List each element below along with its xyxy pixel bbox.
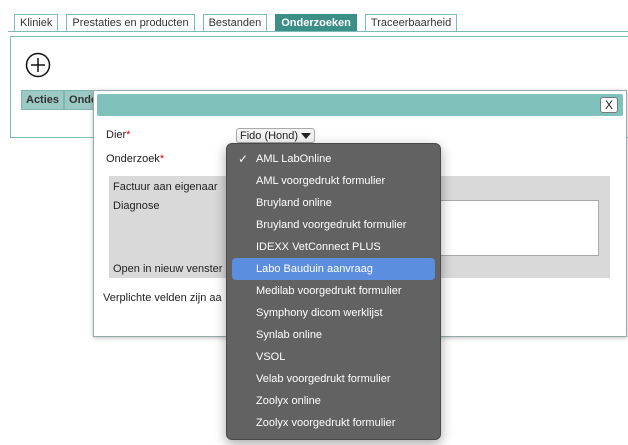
dier-select-value: Fido (Hond) [240,130,299,142]
onderzoek-label: Onderzoek* [106,153,164,165]
required-fields-note: Verplichte velden zijn aa [103,292,222,304]
required-mark: * [159,153,165,165]
menu-item-zoolyx-online[interactable]: Zoolyx online [232,390,435,412]
menu-item-label: AML voorgedrukt formulier [256,175,386,187]
required-mark: * [126,129,131,141]
menu-item-symphony-dicom[interactable]: Symphony dicom werklijst [232,302,435,324]
menu-item-medilab-voorgedrukt[interactable]: Medilab voorgedrukt formulier [232,280,435,302]
column-header-acties: Acties [21,90,65,110]
menu-item-vsol[interactable]: VSOL [232,346,435,368]
diagnose-label: Diagnose [113,200,160,212]
tab-onderzoeken[interactable]: Onderzoeken [275,14,357,31]
menu-item-label: Zoolyx voorgedrukt formulier [256,417,396,429]
tab-bar: Kliniek Prestaties en producten Bestande… [14,14,458,31]
menu-item-zoolyx-voorgedrukt[interactable]: Zoolyx voorgedrukt formulier [232,412,435,434]
menu-item-label: Labo Bauduin aanvraag [256,263,373,275]
menu-item-aml-labonline[interactable]: ✓ AML LabOnline [232,148,435,170]
open-in-new-window-label: Open in nieuw venster [113,263,223,275]
add-circle-icon[interactable] [25,52,51,78]
menu-item-labo-bauduin[interactable]: Labo Bauduin aanvraag [232,258,435,280]
dier-label-text: Dier [106,129,127,141]
menu-item-label: Velab voorgedrukt formulier [256,373,391,385]
menu-item-label: Bruyland online [256,197,332,209]
menu-item-label: Medilab voorgedrukt formulier [256,285,402,297]
onderzoek-dropdown-menu: ✓ AML LabOnline AML voorgedrukt formulier… [226,143,441,440]
menu-item-label: AML LabOnline [256,153,332,165]
tab-prestaties-en-producten[interactable]: Prestaties en producten [66,14,195,31]
menu-item-bruyland-voorgedrukt[interactable]: Bruyland voorgedrukt formulier [232,214,435,236]
tab-bestanden[interactable]: Bestanden [202,14,268,31]
close-button[interactable]: X [600,97,618,113]
table-header: Acties Onde [21,90,103,110]
checkmark-icon: ✓ [238,152,249,166]
chevron-down-icon [301,133,312,140]
dier-select[interactable]: Fido (Hond) [236,128,316,143]
tab-divider [8,31,628,32]
onderzoek-label-text: Onderzoek [106,153,160,165]
menu-item-label: Symphony dicom werklijst [256,307,383,319]
menu-item-idexx-vetconnect[interactable]: IDEXX VetConnect PLUS onderzoek [232,236,435,275]
factuur-label: Factuur aan eigenaar [113,181,218,193]
menu-item-label: Synlab online [256,329,323,341]
menu-item-synlab-online[interactable]: Synlab online [232,324,435,346]
menu-item-bruyland-online[interactable]: Bruyland online [232,192,435,214]
menu-item-velab-voorgedrukt[interactable]: Velab voorgedrukt formulier [232,368,435,390]
menu-item-aml-voorgedrukt[interactable]: AML voorgedrukt formulier [232,170,435,192]
diagnose-textarea[interactable] [439,200,599,256]
dier-label: Dier* [106,129,130,141]
menu-item-label: Zoolyx online [256,395,321,407]
menu-item-label: Bruyland voorgedrukt formulier [256,219,407,231]
tab-kliniek[interactable]: Kliniek [14,14,59,31]
dialog-title-bar[interactable] [97,94,623,116]
tab-traceerbaarheid[interactable]: Traceerbaarheid [364,14,458,31]
menu-item-label: VSOL [256,351,286,363]
